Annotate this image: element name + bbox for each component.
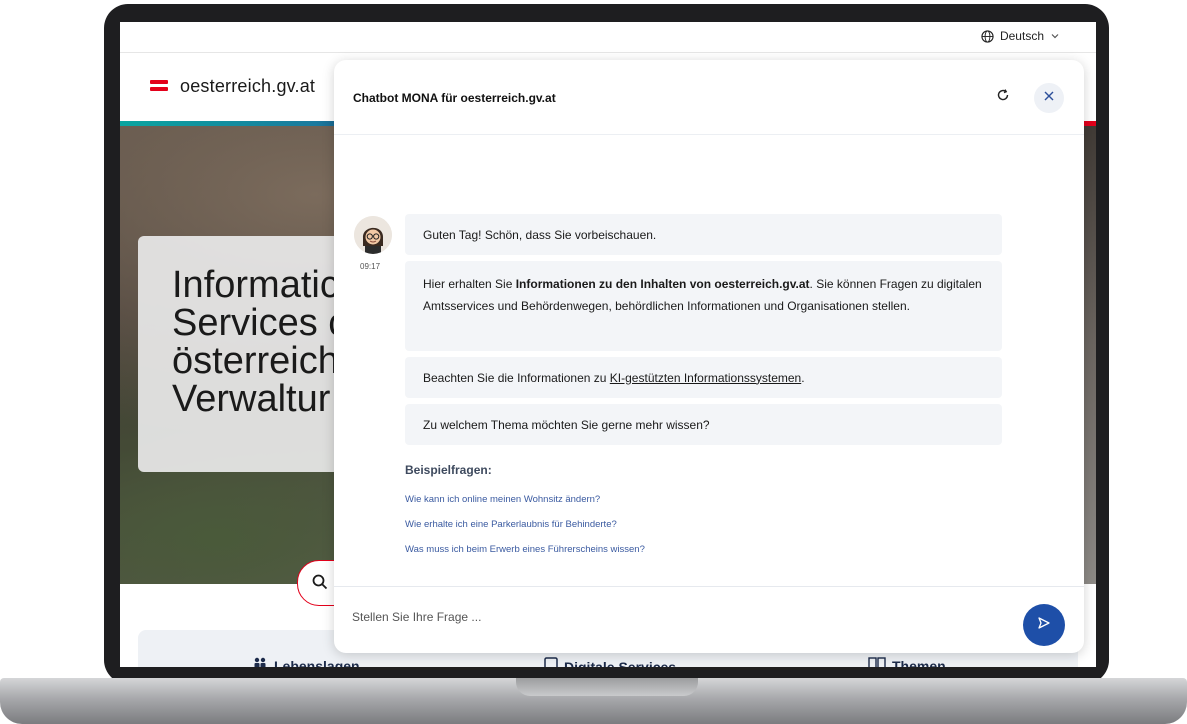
chat-message: Guten Tag! Schön, dass Sie vorbeischauen…: [405, 214, 1002, 255]
site-logo-text[interactable]: oesterreich.gv.at: [180, 76, 315, 97]
laptop-notch: [516, 678, 698, 696]
close-button[interactable]: [1034, 83, 1064, 113]
chat-input-area: [334, 586, 1084, 653]
austria-flag-logo: [150, 80, 168, 94]
message-text-pre: Hier erhalten Sie: [423, 277, 516, 291]
people-icon: [252, 657, 268, 667]
chevron-down-icon: [1050, 31, 1060, 41]
examples-title: Beispielfragen:: [405, 463, 492, 477]
example-question-link[interactable]: Wie erhalte ich eine Parkerlaubnis für B…: [405, 519, 617, 530]
message-text-bold: Informationen zu den Inhalten von oester…: [515, 277, 810, 291]
ki-info-link[interactable]: KI-gestützten Informationssystemen: [610, 371, 801, 385]
language-label: Deutsch: [999, 29, 1044, 43]
message-text: Zu welchem Thema möchten Sie gerne mehr …: [423, 417, 710, 432]
tab-digitale-services[interactable]: Digitale Services: [544, 657, 676, 667]
example-question-link[interactable]: Wie kann ich online meinen Wohnsitz ände…: [405, 494, 600, 505]
tab-lebenslagen[interactable]: Lebenslagen: [252, 657, 360, 667]
send-button[interactable]: [1023, 604, 1065, 646]
message-text: Guten Tag! Schön, dass Sie vorbeischauen…: [423, 227, 657, 242]
site-top-bar: Deutsch: [120, 22, 1096, 53]
message-time: 09:17: [360, 262, 381, 271]
chat-message: Zu welchem Thema möchten Sie gerne mehr …: [405, 404, 1002, 445]
message-text-post: .: [801, 370, 805, 385]
globe-icon: [981, 29, 994, 43]
tab-label: Lebenslagen: [274, 657, 360, 668]
book-icon: [868, 657, 886, 667]
tablet-icon: [544, 657, 558, 667]
avatar-icon: [354, 216, 392, 254]
language-selector[interactable]: Deutsch: [981, 29, 1060, 43]
chatbot-panel: Chatbot MONA für oesterreich.gv.at 09:17…: [334, 60, 1084, 653]
tab-label: Themen: [892, 657, 946, 668]
laptop-screen: Deutsch oesterreich.gv.at Informatic Ser…: [120, 22, 1096, 667]
example-question-link[interactable]: Was muss ich beim Erwerb eines Führersch…: [405, 544, 645, 555]
close-icon: [1043, 89, 1055, 107]
refresh-button[interactable]: [992, 86, 1014, 108]
chat-message: Hier erhalten Sie Informationen zu den I…: [405, 261, 1002, 351]
chat-question-input[interactable]: [352, 610, 972, 624]
send-icon: [1037, 616, 1051, 635]
message-text-pre: Beachten Sie die Informationen zu: [423, 370, 610, 385]
chat-message: Beachten Sie die Informationen zu KI-ges…: [405, 357, 1002, 398]
chat-title: Chatbot MONA für oesterreich.gv.at: [353, 91, 556, 105]
tab-themen[interactable]: Themen: [868, 657, 946, 667]
chat-header: Chatbot MONA für oesterreich.gv.at: [334, 60, 1084, 135]
refresh-icon: [996, 88, 1010, 107]
tab-label: Digitale Services: [564, 658, 677, 668]
